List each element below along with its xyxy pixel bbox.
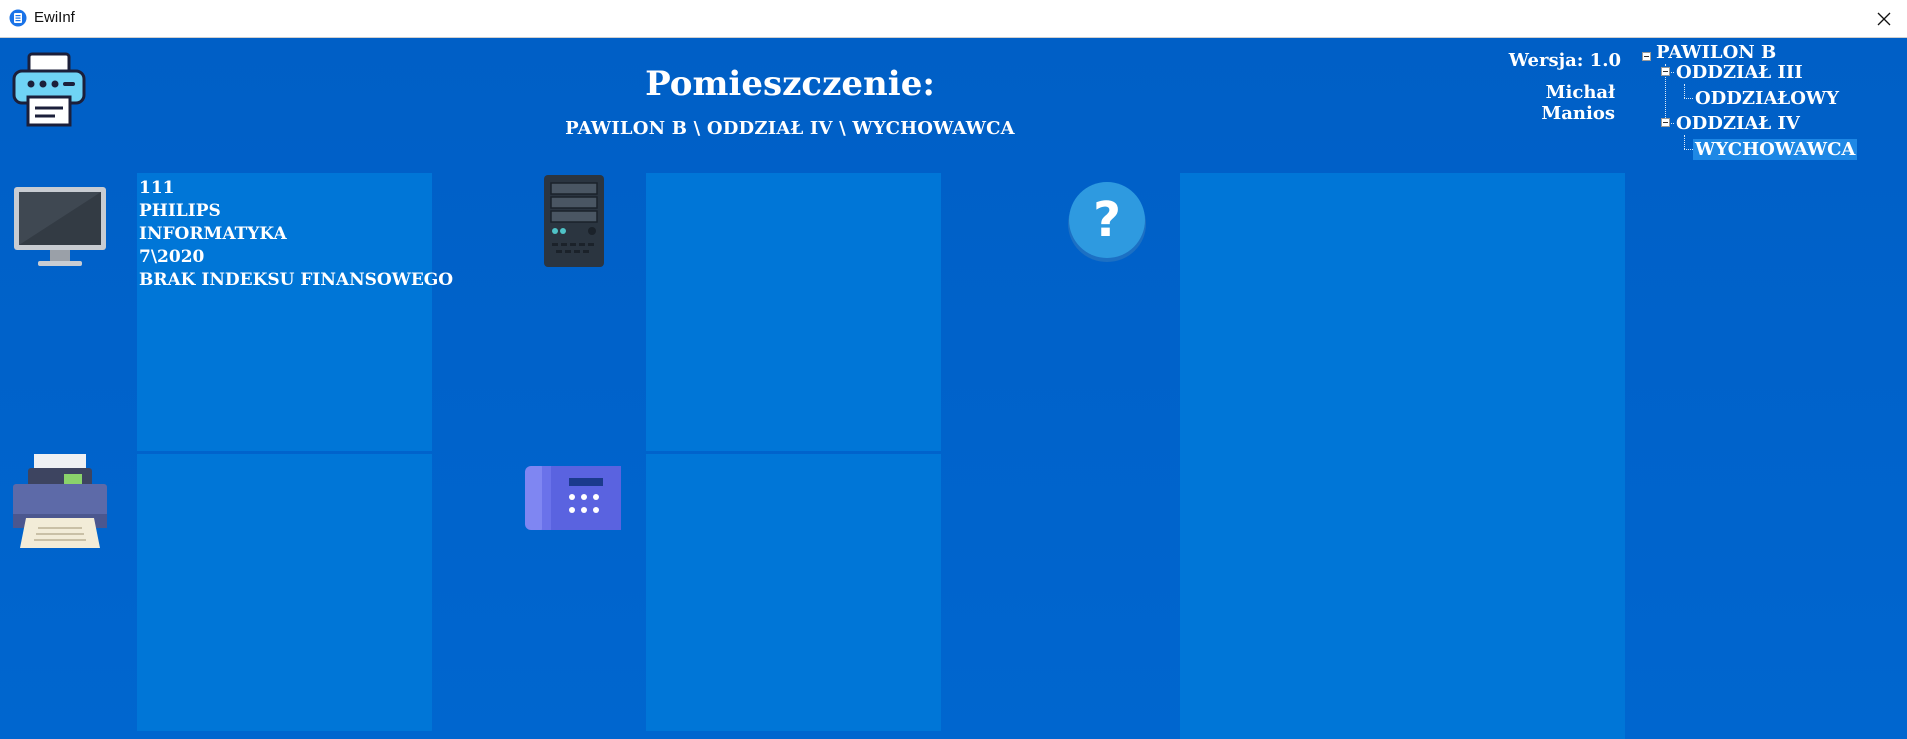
phone-panel[interactable] [646,454,941,731]
monitor-date: 7\2020 [139,247,205,267]
print-button[interactable] [11,51,87,127]
title-bar: EwiInf [0,0,1907,38]
collapse-toggle-oddzial-iii[interactable] [1661,67,1670,76]
computer-tower-icon[interactable] [542,173,606,269]
other-panel[interactable] [1180,173,1625,739]
monitor-details: 111 PHILIPS INFORMATYKA 7\2020 BRAK INDE… [139,177,453,292]
close-icon [1877,12,1891,25]
close-button[interactable] [1861,0,1907,37]
phone-icon[interactable] [525,466,621,532]
collapse-toggle-oddzial-iv[interactable] [1661,118,1670,127]
monitor-finance-index: BRAK INDEKSU FINANSOWEGO [139,270,454,290]
tree-node-oddzial-iii[interactable]: ODDZIAŁ III [1676,62,1803,83]
printer-panel[interactable] [137,454,432,731]
tree-node-oddzialowy[interactable]: ODDZIAŁOWY [1695,88,1839,109]
monitor-brand: PHILIPS [139,201,221,221]
location-tree[interactable]: PAWILON B ODDZIAŁ III ODDZIAŁOWY ODDZIAŁ… [1640,42,1905,172]
app-icon [9,9,27,27]
author-label: Michał Manios [1541,82,1615,124]
tree-node-wychowawca[interactable]: WYCHOWAWCA [1693,139,1858,160]
tree-node-oddzial-iv[interactable]: ODDZIAŁ IV [1676,113,1800,134]
monitor-department: INFORMATYKA [139,224,287,244]
monitor-panel[interactable]: 111 PHILIPS INFORMATYKA 7\2020 BRAK INDE… [137,173,453,451]
page-title: Pomieszczenie: [645,64,935,104]
main-area: Pomieszczenie: PAWILON B \ ODDZIAŁ IV \ … [0,38,1907,739]
monitor-icon[interactable] [12,185,108,269]
question-mark-icon[interactable]: ? [1066,180,1148,264]
window-title: EwiInf [34,9,75,26]
svg-text:?: ? [1093,192,1121,248]
printer-icon [12,52,86,127]
monitor-inventory-number: 111 [139,178,175,198]
computer-panel[interactable] [646,173,941,451]
printer-device-icon[interactable] [12,452,108,550]
tree-node-pawilon[interactable]: PAWILON B [1656,42,1776,63]
room-path: PAWILON B \ ODDZIAŁ IV \ WYCHOWAWCA [565,118,1015,139]
version-label: Wersja: 1.0 [1508,50,1621,71]
collapse-toggle-pawilon[interactable] [1642,52,1651,61]
